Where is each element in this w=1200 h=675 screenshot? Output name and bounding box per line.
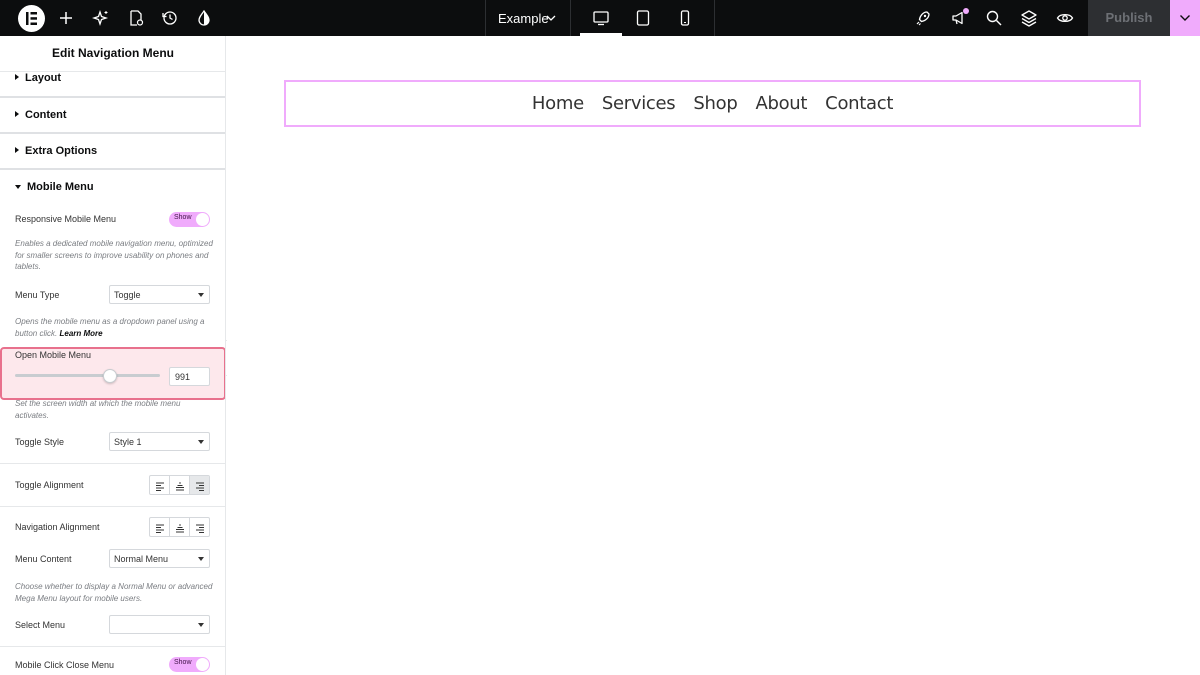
mobile-click-close-menu-label: Mobile Click Close Menu [15,660,115,670]
chevron-down-icon[interactable] [545,12,557,24]
align-left-icon [156,524,164,533]
nav-menu: Home Services Shop About Contact [286,82,1139,125]
section-layout[interactable]: Layout [15,72,61,84]
preview-eye-icon[interactable] [1056,9,1074,27]
navigation-alignment-label: Navigation Alignment [15,522,100,532]
divider [0,646,225,647]
toggle-style-label: Toggle Style [15,437,65,447]
chevron-down-icon [1180,15,1190,21]
page-settings-icon[interactable] [127,9,145,27]
publish-options-button[interactable] [1170,0,1200,36]
open-mobile-menu-slider-track[interactable] [15,374,160,377]
toggle-alignment-label: Toggle Alignment [15,480,84,490]
elementor-logo[interactable] [18,5,45,32]
select-menu-select[interactable] [109,615,210,634]
preview-canvas [227,36,1200,675]
responsive-mobile-menu-description: Enables a dedicated mobile navigation me… [15,239,213,271]
history-icon[interactable] [161,9,179,27]
desktop-icon[interactable] [592,9,610,27]
open-mobile-menu-slider-handle[interactable] [103,369,117,383]
align-right-icon [196,482,204,491]
dropdown-arrow-icon [198,623,204,627]
section-mobile-menu[interactable]: Mobile Menu [15,181,94,193]
nav-item-about[interactable]: About [755,93,807,114]
top-bar: Example Publish [0,0,1200,36]
menu-type-label: Menu Type [15,290,60,300]
open-mobile-menu-label: Open Mobile Menu [15,350,92,360]
menu-content-label: Menu Content [15,554,72,564]
menu-type-description: Opens the mobile menu as a dropdown pane… [15,317,205,338]
document-name[interactable]: Example [498,11,549,26]
caret-down-icon [15,185,21,189]
align-right-button[interactable] [190,476,209,494]
layers-icon[interactable] [1020,9,1038,27]
nav-item-contact[interactable]: Contact [825,93,893,114]
divider [714,0,715,36]
dropdown-arrow-icon [198,293,204,297]
menu-content-description: Choose whether to display a Normal Menu … [15,582,213,603]
divider [570,0,571,36]
nav-item-home[interactable]: Home [532,93,584,114]
publish-button[interactable]: Publish [1088,0,1170,36]
section-extra-options[interactable]: Extra Options [15,145,97,157]
divider [0,96,225,98]
align-center-icon [176,482,184,491]
learn-more-link[interactable]: Learn More [59,329,102,338]
divider [0,506,225,507]
menu-type-select[interactable]: Toggle [109,285,210,304]
navigation-menu-widget[interactable]: Home Services Shop About Contact [284,80,1141,127]
open-mobile-menu-input[interactable]: 991 [169,367,210,386]
editor-panel: Edit Navigation Menu Layout Content Extr… [0,36,226,675]
align-center-icon [176,524,184,533]
nav-item-shop[interactable]: Shop [693,93,737,114]
mobile-click-close-menu-toggle[interactable]: Show [169,657,210,672]
navigation-alignment-group [149,517,210,537]
divider [0,463,225,464]
open-mobile-menu-description: Set the screen width at which the mobile… [15,399,181,420]
align-left-button[interactable] [150,476,170,494]
caret-right-icon [15,74,19,80]
ai-sparkle-icon[interactable] [92,9,110,27]
mobile-icon[interactable] [676,9,694,27]
dropdown-arrow-icon [198,557,204,561]
divider [485,0,486,36]
site-settings-icon[interactable] [195,9,213,27]
align-right-icon [196,524,204,533]
tablet-icon[interactable] [634,9,652,27]
responsive-mobile-menu-toggle[interactable]: Show [169,212,210,227]
search-icon[interactable] [985,9,1003,27]
align-right-button[interactable] [190,518,209,536]
dropdown-arrow-icon [198,440,204,444]
responsive-mobile-menu-label: Responsive Mobile Menu [15,214,117,224]
divider [0,132,225,134]
divider [0,168,225,170]
panel-title: Edit Navigation Menu [51,46,174,60]
add-icon[interactable] [57,9,75,27]
nav-item-services[interactable]: Services [602,93,676,114]
caret-right-icon [15,111,19,117]
caret-right-icon [15,147,19,153]
align-center-button[interactable] [170,476,190,494]
align-center-button[interactable] [170,518,190,536]
section-content[interactable]: Content [15,109,67,121]
notification-dot [963,8,969,14]
select-menu-label: Select Menu [15,620,66,630]
toggle-style-select[interactable]: Style 1 [109,432,210,451]
align-left-icon [156,482,164,491]
menu-content-select[interactable]: Normal Menu [109,549,210,568]
rocket-icon[interactable] [914,9,932,27]
toggle-alignment-group [149,475,210,495]
align-left-button[interactable] [150,518,170,536]
